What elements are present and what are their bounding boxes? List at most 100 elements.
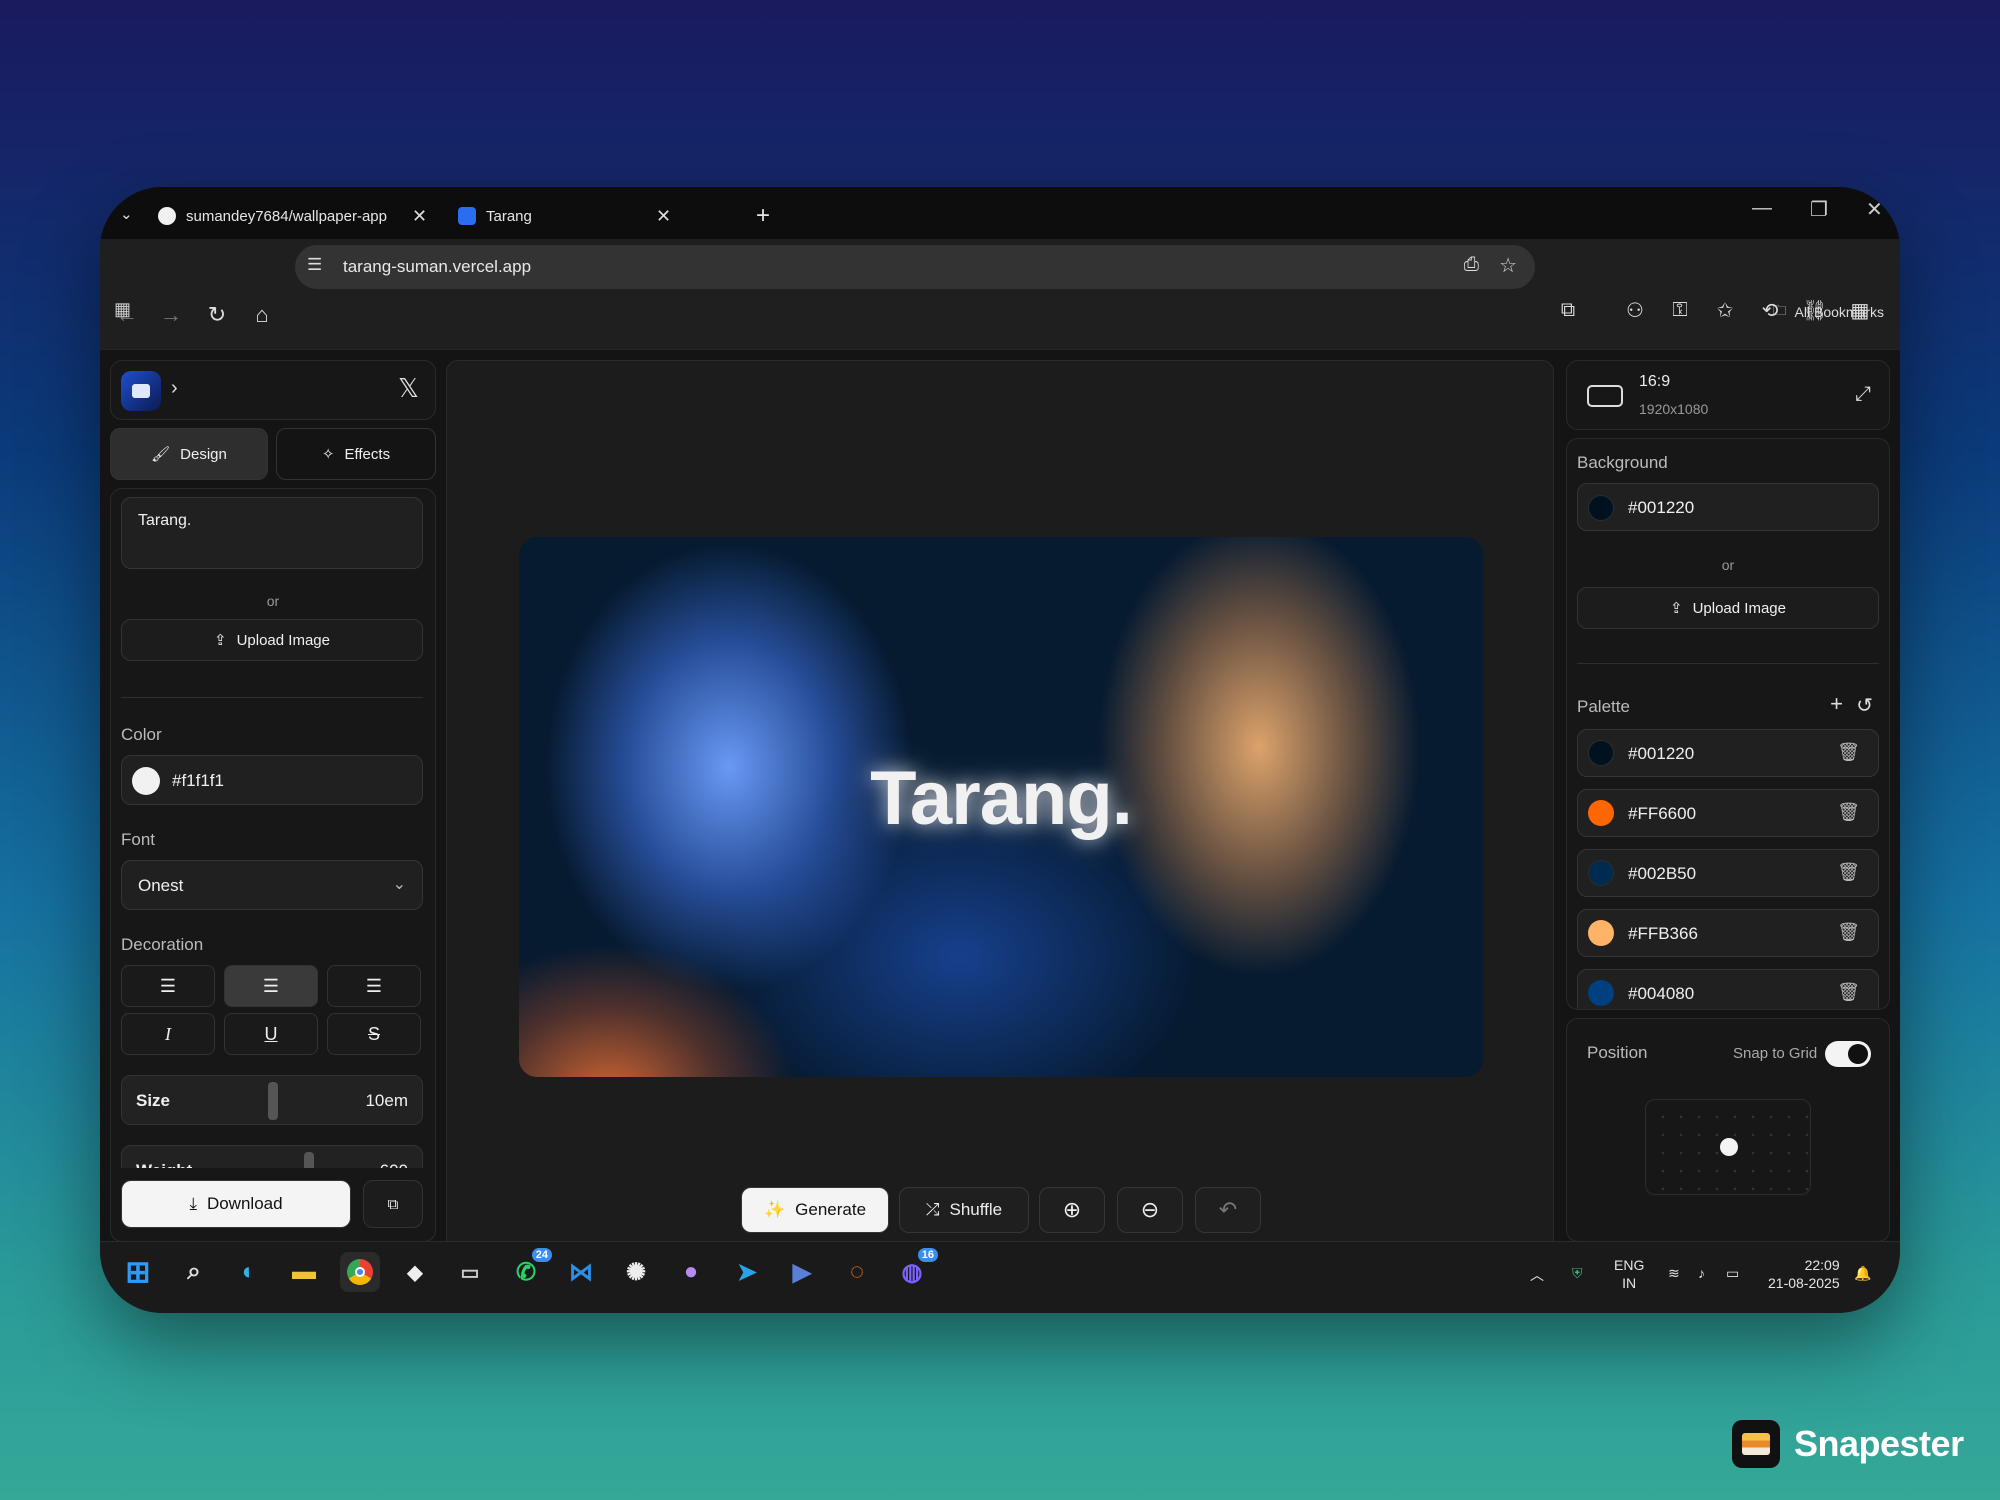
- site-info-icon[interactable]: ☰: [307, 255, 322, 275]
- terminal-icon[interactable]: ▭: [450, 1252, 490, 1292]
- edge-icon[interactable]: ◐: [229, 1252, 269, 1292]
- bookmark-star-icon[interactable]: ☆: [1499, 253, 1517, 278]
- reset-palette-icon[interactable]: ↺: [1856, 693, 1873, 718]
- palette-item[interactable]: #004080 🗑: [1577, 969, 1879, 1009]
- minimize-icon[interactable]: —: [1752, 197, 1772, 220]
- app-icon[interactable]: ◆: [395, 1252, 435, 1292]
- underline-button[interactable]: U: [224, 1013, 318, 1055]
- tab-effects[interactable]: ✧ Effects: [276, 428, 436, 480]
- copy-button[interactable]: ⧉: [363, 1180, 423, 1228]
- apps-grid-icon[interactable]: ▦: [114, 299, 131, 320]
- palette-swatch[interactable]: [1588, 860, 1614, 886]
- wifi-icon[interactable]: ≋: [1668, 1264, 1680, 1282]
- palette-item[interactable]: #002B50 🗑: [1577, 849, 1879, 897]
- color-swatch[interactable]: [132, 767, 160, 795]
- notification-bell-icon[interactable]: 🔔: [1854, 1264, 1871, 1282]
- background-panel: Background #001220 or ⇪ Upload Image Pal…: [1566, 438, 1890, 1010]
- powershell-icon[interactable]: ▶: [782, 1252, 822, 1292]
- align-center-button[interactable]: ☰: [224, 965, 318, 1007]
- search-icon[interactable]: ⌕: [174, 1252, 214, 1292]
- password-key-icon[interactable]: ⚿: [1665, 295, 1695, 325]
- file-explorer-icon[interactable]: ▬: [284, 1252, 324, 1292]
- generate-button[interactable]: ✨ Generate: [741, 1187, 889, 1233]
- close-window-icon[interactable]: ✕: [1866, 197, 1883, 222]
- size-slider-thumb[interactable]: [268, 1082, 278, 1120]
- tab-github[interactable]: sumandey7684/wallpaper-app ✕: [158, 201, 427, 231]
- github-desktop-icon[interactable]: ●: [671, 1252, 711, 1292]
- color-field[interactable]: #f1f1f1: [121, 755, 423, 805]
- palette-item[interactable]: #FF6600 🗑: [1577, 789, 1879, 837]
- palette-swatch[interactable]: [1588, 980, 1614, 1006]
- security-shield-icon[interactable]: ⛨: [1572, 1264, 1583, 1282]
- add-color-icon[interactable]: +: [1830, 691, 1843, 717]
- address-bar[interactable]: ☰ tarang-suman.vercel.app ⎙ ☆: [295, 245, 1535, 289]
- resolution-value: 1920x1080: [1639, 401, 1709, 417]
- all-bookmarks[interactable]: 🗀 All Bookmarks: [1773, 300, 1884, 324]
- zoom-in-button[interactable]: ⊕: [1039, 1187, 1105, 1233]
- background-color-field[interactable]: #001220: [1577, 483, 1879, 531]
- app-logo-icon[interactable]: [121, 371, 161, 411]
- telegram-icon[interactable]: ➤: [727, 1252, 767, 1292]
- fullscreen-icon[interactable]: ⤢: [1855, 383, 1871, 406]
- left-header: › 𝕏: [110, 360, 436, 420]
- align-right-button[interactable]: ☰: [327, 965, 421, 1007]
- close-tab-icon[interactable]: ✕: [656, 206, 671, 227]
- x-twitter-icon[interactable]: 𝕏: [398, 373, 419, 404]
- wallpaper-text[interactable]: Tarang.: [519, 755, 1483, 842]
- trash-icon[interactable]: 🗑: [1837, 802, 1860, 823]
- favorites-icon[interactable]: ✩: [1710, 295, 1740, 325]
- home-icon[interactable]: ⌂: [247, 300, 277, 330]
- show-hidden-icons[interactable]: ︿: [1530, 1266, 1544, 1284]
- upload-image-button[interactable]: ⇪ Upload Image: [1577, 587, 1879, 629]
- trash-icon[interactable]: 🗑: [1837, 742, 1860, 763]
- chevron-right-icon[interactable]: ›: [171, 377, 178, 400]
- strikethrough-button[interactable]: S: [327, 1013, 421, 1055]
- position-handle[interactable]: [1720, 1138, 1738, 1156]
- trash-icon[interactable]: 🗑: [1837, 862, 1860, 883]
- install-app-icon[interactable]: ⎙: [1464, 254, 1479, 276]
- forward-icon[interactable]: →: [156, 300, 186, 330]
- palette-item[interactable]: #FFB366 🗑: [1577, 909, 1879, 957]
- tab-design[interactable]: 🖌 Design: [110, 428, 268, 480]
- language-indicator[interactable]: ENG IN: [1614, 1256, 1644, 1292]
- italic-button[interactable]: I: [121, 1013, 215, 1055]
- close-tab-icon[interactable]: ✕: [412, 206, 427, 227]
- palette-swatch[interactable]: [1588, 800, 1614, 826]
- upload-image-button[interactable]: ⇪ Upload Image: [121, 619, 423, 661]
- vscode-icon[interactable]: ⋈: [561, 1252, 601, 1292]
- size-slider[interactable]: Size 10em: [121, 1075, 423, 1125]
- jupyter-icon[interactable]: ◌: [837, 1252, 877, 1292]
- background-swatch[interactable]: [1588, 495, 1614, 521]
- wallpaper-preview[interactable]: Tarang.: [519, 537, 1483, 1077]
- reload-icon[interactable]: ↻: [202, 300, 232, 330]
- incognito-icon[interactable]: ⚇: [1620, 295, 1650, 325]
- trash-icon[interactable]: 🗑: [1837, 982, 1860, 1003]
- palette-swatch[interactable]: [1588, 920, 1614, 946]
- new-tab-button[interactable]: +: [756, 201, 770, 231]
- undo-button[interactable]: ↶: [1195, 1187, 1261, 1233]
- chrome-icon[interactable]: [340, 1252, 380, 1292]
- zoom-out-button[interactable]: ⊖: [1117, 1187, 1183, 1233]
- text-input[interactable]: Tarang.: [121, 497, 423, 569]
- tab-tarang[interactable]: Tarang ✕: [458, 201, 671, 231]
- whatsapp-icon[interactable]: ✆ 24: [506, 1248, 552, 1292]
- palette-swatch[interactable]: [1588, 740, 1614, 766]
- windows-start-icon[interactable]: ⊞: [118, 1252, 158, 1292]
- snap-to-grid-toggle[interactable]: [1825, 1041, 1871, 1067]
- tab-search-button[interactable]: ⌄: [120, 199, 133, 229]
- position-grid[interactable]: [1645, 1099, 1811, 1195]
- chatgpt-icon[interactable]: ✺: [616, 1252, 656, 1292]
- trash-icon[interactable]: 🗑: [1837, 922, 1860, 943]
- clock[interactable]: 22:09 21-08-2025: [1768, 1256, 1840, 1292]
- font-select[interactable]: Onest ⌄: [121, 860, 423, 910]
- restore-icon[interactable]: ❐: [1810, 197, 1828, 222]
- palette-item[interactable]: #001220 🗑: [1577, 729, 1879, 777]
- shuffle-button[interactable]: ⤮ Shuffle: [899, 1187, 1029, 1233]
- download-button[interactable]: ⤓ Download: [121, 1180, 351, 1228]
- volume-icon[interactable]: ♪: [1698, 1264, 1705, 1282]
- align-left-button[interactable]: ☰: [121, 965, 215, 1007]
- aspect-ratio-card[interactable]: 16:9 1920x1080 ⤢: [1566, 360, 1890, 430]
- extensions-icon[interactable]: ⧉: [1553, 295, 1583, 325]
- canva-icon[interactable]: ◍ 16: [892, 1248, 938, 1292]
- battery-icon[interactable]: ▭: [1726, 1264, 1739, 1282]
